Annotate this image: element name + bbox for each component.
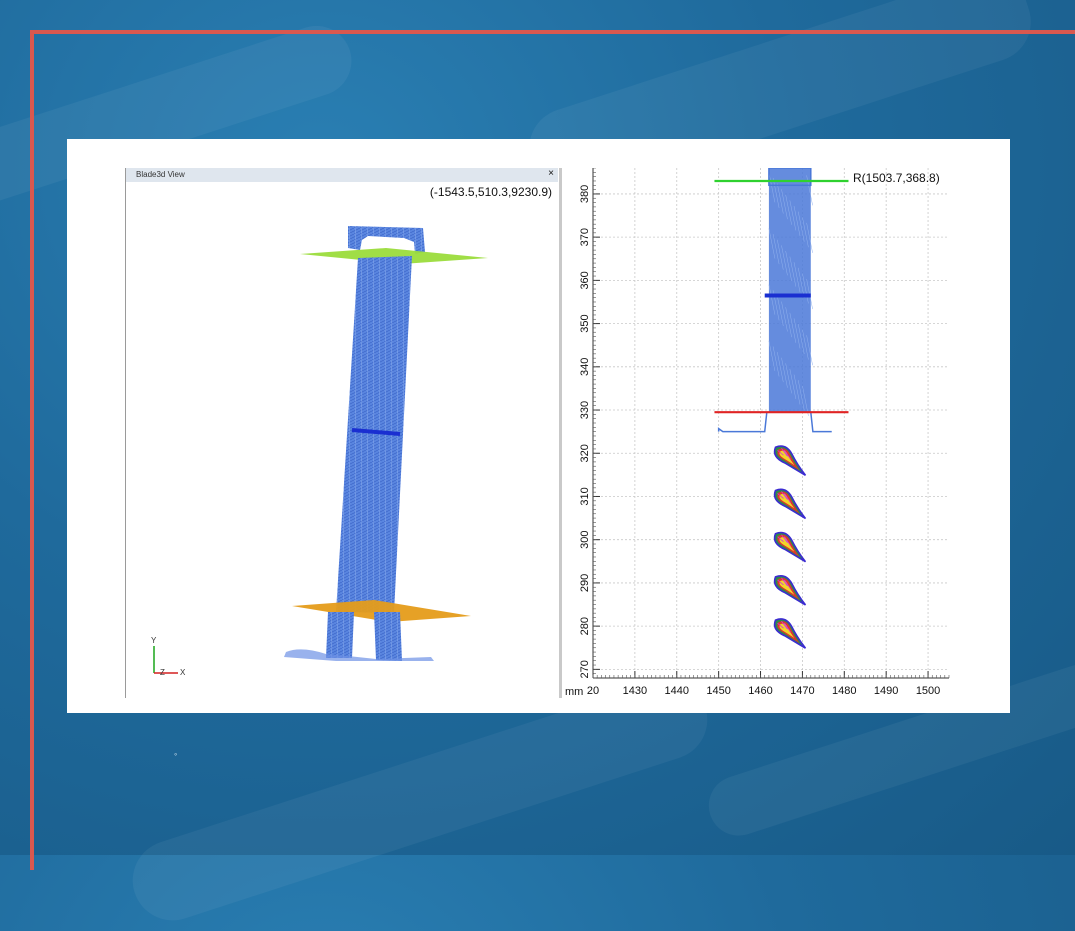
x-tick-label: 1440	[665, 685, 689, 697]
x-tick-label: 1480	[832, 685, 856, 697]
airfoil-profile	[773, 618, 807, 649]
airfoil-profile	[773, 488, 807, 520]
x-tick-label: 1430	[623, 685, 647, 697]
x-tick-label: 20	[587, 685, 599, 697]
y-tick-label: 280	[579, 617, 591, 635]
chart-marks	[714, 168, 849, 649]
y-tick-label: 310	[579, 487, 591, 505]
x-tick-label: 1450	[706, 685, 730, 697]
y-tick-label: 300	[579, 531, 591, 549]
airfoil-profile	[773, 445, 807, 476]
axis-label-z: Z	[160, 668, 165, 677]
x-tick-label: 1460	[748, 685, 772, 697]
x-tick-label: 1490	[874, 685, 898, 697]
blade-root-left	[326, 612, 354, 658]
axis-label-x: X	[180, 668, 186, 677]
y-tick-label: 360	[579, 271, 591, 289]
y-tick-label: 330	[579, 401, 591, 419]
coordinate-readout: R(1503.7,368.8)	[853, 171, 940, 185]
axis-label-y: Y	[151, 636, 157, 645]
y-tick-label: 340	[579, 358, 591, 376]
blade-root-right	[374, 612, 402, 661]
airfoil-profile	[773, 531, 807, 563]
y-tick-label: 290	[579, 574, 591, 592]
x-tick-label: 1470	[790, 685, 814, 697]
y-tick-label: 320	[579, 444, 591, 462]
blade-3d-view[interactable]: Blade3d View × (-1543.5,510.3,9230.9) Y …	[125, 168, 558, 698]
y-tick-label: 370	[579, 228, 591, 246]
blade-3d-scene: Y X Z	[151, 226, 488, 677]
airfoil-profile	[773, 574, 807, 606]
y-tick-label: 380	[579, 185, 591, 203]
screenshot-figure: Blade3d View × (-1543.5,510.3,9230.9) Y …	[67, 139, 1010, 713]
x-tick-label: 1500	[916, 685, 940, 697]
section-2d-view[interactable]: 270 280 290 300 310 320 330 340 350 360 370 380 20 14…	[563, 168, 953, 700]
section-chart: 270 280 290 300 310 320 330 340 350 360 370 380 20 14…	[565, 168, 950, 698]
pane-splitter[interactable]	[559, 168, 562, 698]
y-tick-label: 270	[579, 660, 591, 678]
bullet-mark: ◦	[174, 749, 178, 759]
unit-label: mm	[565, 686, 583, 698]
y-tick-label: 350	[579, 314, 591, 332]
root-scatter	[284, 649, 434, 661]
blade-root-profile	[717, 411, 832, 433]
blade-projection	[768, 168, 811, 413]
blade-body	[336, 256, 412, 613]
